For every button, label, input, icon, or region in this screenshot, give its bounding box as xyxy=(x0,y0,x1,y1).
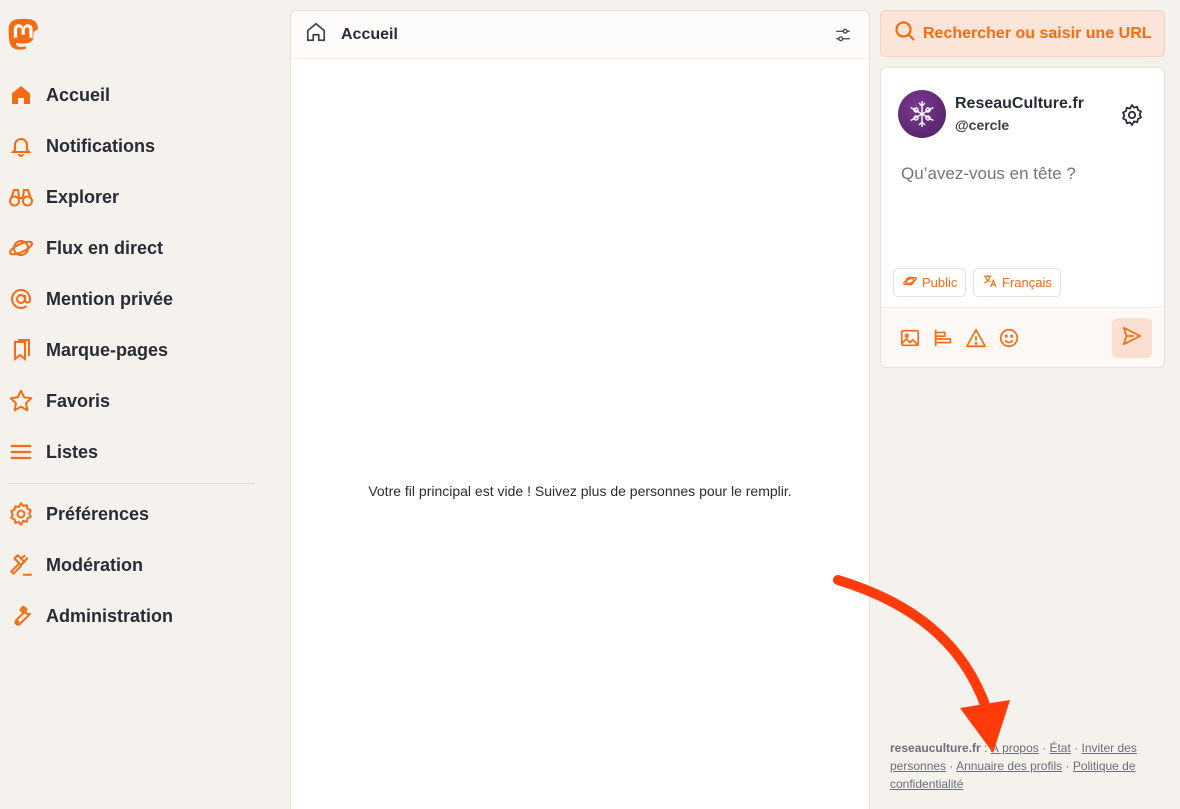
language-label: Français xyxy=(1002,275,1052,290)
nav-item-label: Mention privée xyxy=(46,288,174,309)
list-icon xyxy=(8,439,34,465)
nav-item-live-feed[interactable]: Flux en direct xyxy=(8,228,258,268)
home-outline-icon xyxy=(305,21,327,48)
snowflake-logo-icon xyxy=(910,101,934,127)
language-button[interactable]: Français xyxy=(973,268,1061,297)
binoculars-icon xyxy=(8,184,34,210)
nav-item-notifications[interactable]: Notifications xyxy=(8,126,258,166)
nav-item-favourites[interactable]: Favoris xyxy=(8,381,258,421)
bookmarks-icon xyxy=(8,337,34,363)
mastodon-logo-icon[interactable] xyxy=(7,18,39,52)
nav-item-label: Modération xyxy=(46,554,143,575)
nav-item-moderation[interactable]: Modération xyxy=(8,545,258,585)
wrench-icon xyxy=(8,603,34,629)
column-title: Accueil xyxy=(341,25,398,43)
nav-item-preferences[interactable]: Préférences xyxy=(8,494,258,534)
planet-icon xyxy=(8,235,34,261)
nav-item-label: Favoris xyxy=(46,390,111,411)
search-input[interactable]: Rechercher ou saisir une URL xyxy=(880,10,1165,57)
nav-item-label: Notifications xyxy=(46,135,156,156)
account-display-name: ReseauCulture.fr xyxy=(955,95,1084,112)
column-header: Accueil xyxy=(291,11,869,59)
account-settings-gear-icon[interactable] xyxy=(1120,103,1144,127)
home-timeline-column: Accueil Votre fil principal est vide ! S… xyxy=(290,10,870,809)
emoji-picker-icon[interactable] xyxy=(997,326,1021,350)
avatar[interactable] xyxy=(898,90,946,138)
nav-item-explore[interactable]: Explorer xyxy=(8,177,258,217)
home-icon xyxy=(8,82,34,108)
planet-icon xyxy=(902,273,918,292)
nav-item-label: Listes xyxy=(46,441,99,462)
nav-item-label: Accueil xyxy=(46,84,111,105)
nav-item-private-mention[interactable]: Mention privée xyxy=(8,279,258,319)
translate-icon xyxy=(982,273,998,292)
search-placeholder: Rechercher ou saisir une URL xyxy=(923,24,1152,42)
content-warning-icon[interactable] xyxy=(964,326,988,350)
bell-icon xyxy=(8,133,34,159)
add-media-image-icon[interactable] xyxy=(898,326,922,350)
nav-item-bookmarks[interactable]: Marque-pages xyxy=(8,330,258,370)
column-settings-sliders-icon[interactable] xyxy=(831,23,855,47)
search-icon xyxy=(893,19,917,48)
status-link[interactable]: État xyxy=(1049,741,1070,755)
nav-item-label: Préférences xyxy=(46,503,150,524)
nav-item-label: Explorer xyxy=(46,186,120,207)
nav-divider xyxy=(8,483,255,484)
compose-textarea[interactable] xyxy=(901,164,1151,254)
account-handle: @cercle xyxy=(955,117,1010,133)
compose-form: ReseauCulture.fr @cercle Public Français xyxy=(880,67,1165,368)
publish-send-button[interactable] xyxy=(1112,318,1152,358)
about-link[interactable]: À propos xyxy=(991,741,1039,755)
nav-item-lists[interactable]: Listes xyxy=(8,432,258,472)
gear-icon xyxy=(8,501,34,527)
main-navigation: Accueil Notifications Explorer Flux en d… xyxy=(0,0,270,809)
visibility-label: Public xyxy=(922,275,958,290)
profile-directory-link[interactable]: Annuaire des profils xyxy=(956,759,1062,773)
footer-brand: reseauculture.fr xyxy=(890,741,981,755)
nav-item-administration[interactable]: Administration xyxy=(8,596,258,636)
gavel-icon xyxy=(8,552,34,578)
compose-toolbar xyxy=(881,307,1164,367)
empty-timeline-message: Votre fil principal est vide ! Suivez pl… xyxy=(368,483,792,499)
add-poll-icon[interactable] xyxy=(931,326,955,350)
nav-item-label: Marque-pages xyxy=(46,339,169,360)
at-icon xyxy=(8,286,34,312)
nav-item-label: Flux en direct xyxy=(46,237,164,258)
visibility-button[interactable]: Public xyxy=(893,268,967,297)
star-icon xyxy=(8,388,34,414)
footer-links: reseauculture.fr : À propos · État · Inv… xyxy=(890,741,1137,791)
nav-item-label: Administration xyxy=(46,605,174,626)
send-icon xyxy=(1121,325,1143,352)
nav-item-home[interactable]: Accueil xyxy=(8,75,258,115)
